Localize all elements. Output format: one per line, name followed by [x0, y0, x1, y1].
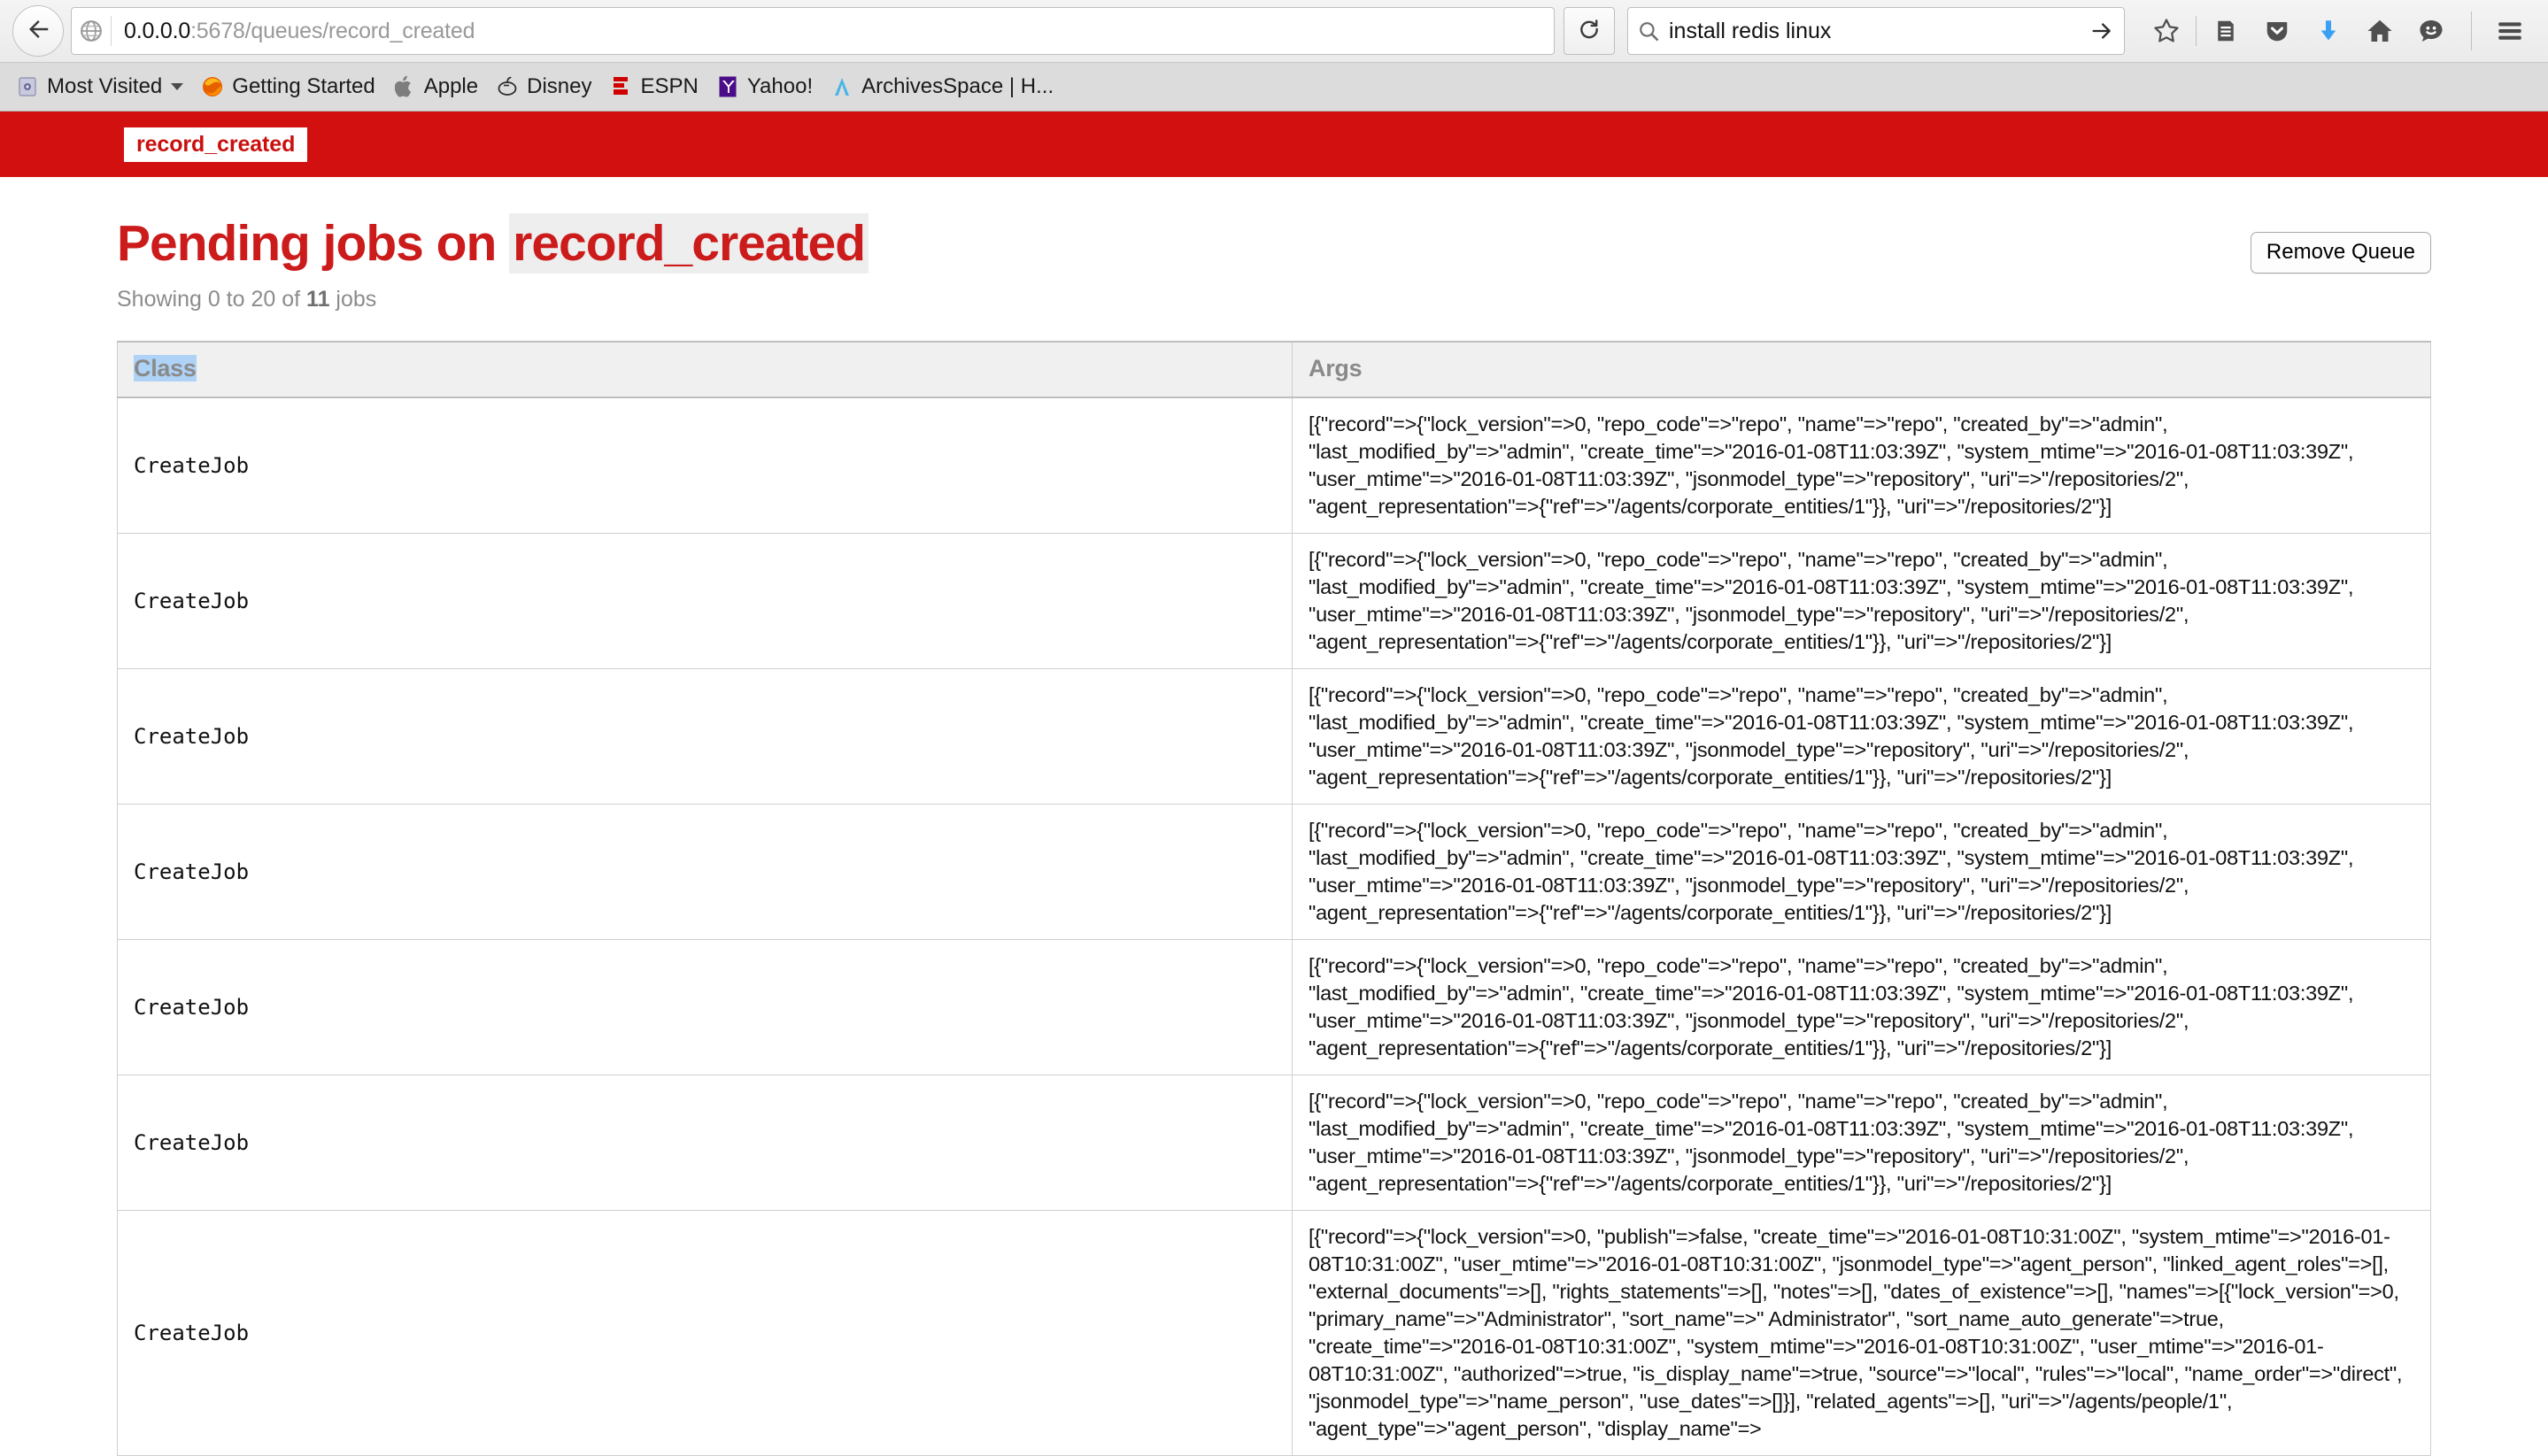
- bookmark-apple[interactable]: Apple: [390, 63, 492, 111]
- url-bar[interactable]: 0.0.0.0:5678/queues/record_created: [71, 7, 1555, 55]
- bookmark-espn[interactable]: ESPN: [606, 63, 712, 111]
- search-input[interactable]: install redis linux: [1669, 19, 2080, 44]
- page-title-prefix: Pending jobs on: [117, 215, 509, 272]
- toolbar-divider: [2196, 16, 2197, 46]
- remove-queue-button[interactable]: Remove Queue: [2251, 232, 2431, 273]
- pocket-icon[interactable]: [2251, 6, 2303, 56]
- bookmark-label: Most Visited: [47, 74, 162, 99]
- bookmark-label: ArchivesSpace | H...: [861, 74, 1054, 99]
- table-head: Class Args: [118, 342, 2431, 397]
- cell-args: [{"record"=>{"lock_version"=>0, "repo_co…: [1293, 940, 2431, 1075]
- bookmark-label: Getting Started: [232, 74, 374, 99]
- cell-class: CreateJob: [118, 940, 1293, 1075]
- reading-list-icon[interactable]: [2200, 6, 2251, 56]
- cell-args: [{"record"=>{"lock_version"=>0, "repo_co…: [1293, 805, 2431, 940]
- bookmark-getting-started[interactable]: Getting Started: [197, 63, 389, 111]
- yahoo-icon: [716, 75, 739, 98]
- arrow-right-icon[interactable]: [2080, 19, 2124, 43]
- cell-args: [{"record"=>{"lock_version"=>0, "repo_co…: [1293, 397, 2431, 534]
- app-banner: record_created: [0, 112, 2548, 177]
- queue-name-tab[interactable]: record_created: [124, 127, 307, 162]
- table-row: CreateJob [{"record"=>{"lock_version"=>0…: [118, 1211, 2431, 1456]
- page-title-queue: record_created: [509, 213, 869, 273]
- bookmark-most-visited[interactable]: Most Visited: [12, 63, 197, 111]
- bookmark-label: Apple: [424, 74, 478, 99]
- back-button[interactable]: [12, 5, 64, 57]
- back-arrow-icon: [25, 16, 51, 47]
- search-icon: [1628, 19, 1669, 42]
- hello-chat-icon[interactable]: [2405, 6, 2457, 56]
- table-row: CreateJob [{"record"=>{"lock_version"=>0…: [118, 1075, 2431, 1211]
- table-body: CreateJob [{"record"=>{"lock_version"=>0…: [118, 397, 2431, 1456]
- url-path: :5678/queues/record_created: [190, 19, 475, 43]
- home-icon[interactable]: [2354, 6, 2405, 56]
- cell-class: CreateJob: [118, 805, 1293, 940]
- chevron-down-icon: [171, 83, 183, 90]
- table-row: CreateJob [{"record"=>{"lock_version"=>0…: [118, 397, 2431, 534]
- cell-class: CreateJob: [118, 1075, 1293, 1211]
- bookmarks-bar: Most Visited Getting Started Apple: [0, 62, 2548, 111]
- table-header-row: Class Args: [118, 342, 2431, 397]
- bookmark-archivesspace[interactable]: ArchivesSpace | H...: [827, 63, 1068, 111]
- url-host: 0.0.0.0: [124, 19, 190, 43]
- table-row: CreateJob [{"record"=>{"lock_version"=>0…: [118, 533, 2431, 668]
- page-header-row: Pending jobs on record_created Showing 0…: [117, 177, 2431, 312]
- cell-args: [{"record"=>{"lock_version"=>0, "repo_co…: [1293, 668, 2431, 804]
- column-header-class-label: Class: [134, 355, 197, 381]
- cell-class: CreateJob: [118, 397, 1293, 534]
- column-header-args[interactable]: Args: [1293, 342, 2431, 397]
- page-title: Pending jobs on record_created: [117, 218, 869, 271]
- reload-button[interactable]: [1564, 7, 1615, 55]
- browser-chrome: 0.0.0.0:5678/queues/record_created insta…: [0, 0, 2548, 112]
- page-content: Pending jobs on record_created Showing 0…: [0, 177, 2548, 1456]
- column-header-class[interactable]: Class: [118, 342, 1293, 397]
- showing-prefix: Showing 0 to 20 of: [117, 287, 306, 312]
- globe-icon: [72, 8, 111, 54]
- menu-hamburger-icon[interactable]: [2484, 6, 2536, 56]
- firefox-icon: [201, 75, 224, 98]
- disney-icon: [496, 75, 519, 98]
- apple-icon: [393, 75, 416, 98]
- cell-args: [{"record"=>{"lock_version"=>0, "repo_co…: [1293, 1075, 2431, 1211]
- table-row: CreateJob [{"record"=>{"lock_version"=>0…: [118, 668, 2431, 804]
- bookmark-label: Disney: [527, 74, 591, 99]
- toolbar-divider-right: [2471, 12, 2472, 50]
- cell-class: CreateJob: [118, 533, 1293, 668]
- cell-args: [{"record"=>{"lock_version"=>0, "publish…: [1293, 1211, 2431, 1456]
- showing-count-text: Showing 0 to 20 of 11 jobs: [117, 287, 869, 312]
- downloads-icon[interactable]: [2303, 6, 2354, 56]
- bookmark-label: Yahoo!: [747, 74, 813, 99]
- column-header-args-label: Args: [1309, 355, 1362, 381]
- bookmark-label: ESPN: [640, 74, 698, 99]
- url-text: 0.0.0.0:5678/queues/record_created: [112, 19, 1554, 44]
- cell-class: CreateJob: [118, 1211, 1293, 1456]
- espn-icon: [609, 75, 632, 98]
- bookmark-star-icon[interactable]: [2141, 6, 2192, 56]
- bookmark-yahoo[interactable]: Yahoo!: [713, 63, 827, 111]
- most-visited-icon: [16, 76, 39, 97]
- search-bar[interactable]: install redis linux: [1627, 7, 2125, 55]
- showing-total: 11: [306, 287, 329, 312]
- browser-toolbar-icons: [2141, 6, 2536, 56]
- table-row: CreateJob [{"record"=>{"lock_version"=>0…: [118, 805, 2431, 940]
- bookmark-disney[interactable]: Disney: [492, 63, 606, 111]
- pending-jobs-table: Class Args CreateJob [{"record"=>{"lock_…: [117, 341, 2431, 1456]
- archivesspace-icon: [830, 75, 853, 98]
- showing-suffix: jobs: [329, 287, 376, 312]
- cell-class: CreateJob: [118, 668, 1293, 804]
- cell-args: [{"record"=>{"lock_version"=>0, "repo_co…: [1293, 533, 2431, 668]
- browser-nav-bar: 0.0.0.0:5678/queues/record_created insta…: [0, 0, 2548, 62]
- page-header-left: Pending jobs on record_created Showing 0…: [117, 177, 869, 312]
- reload-icon: [1578, 18, 1601, 45]
- table-row: CreateJob [{"record"=>{"lock_version"=>0…: [118, 940, 2431, 1075]
